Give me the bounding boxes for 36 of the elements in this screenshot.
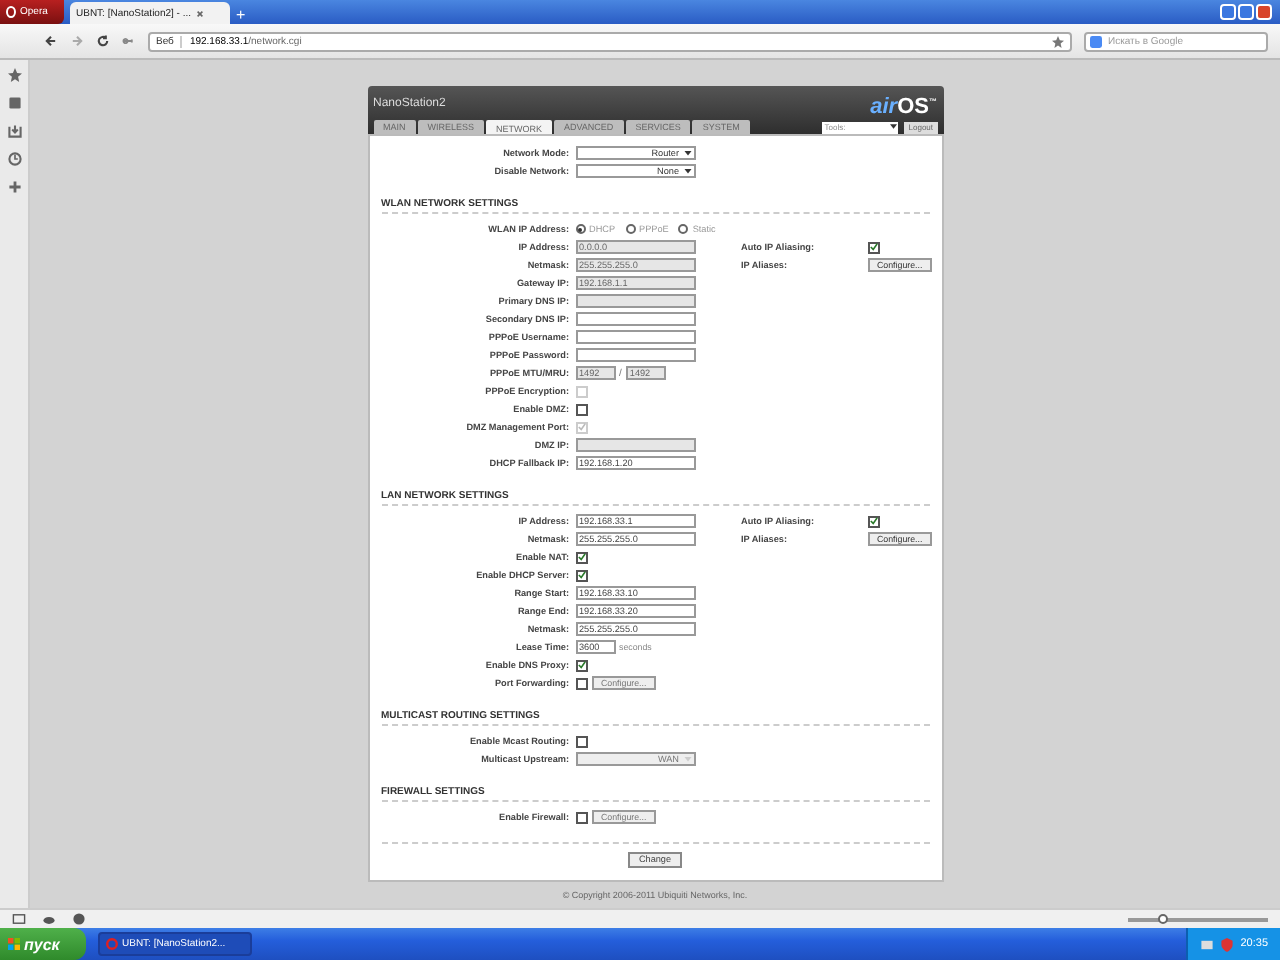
checkbox[interactable]: [575, 735, 587, 747]
panel-icon[interactable]: [12, 912, 26, 926]
checkbox[interactable]: [575, 659, 587, 671]
maximize-button[interactable]: [1238, 4, 1254, 20]
download-icon[interactable]: [7, 124, 21, 138]
add-icon[interactable]: [7, 180, 21, 194]
checkbox[interactable]: [575, 569, 587, 581]
checkbox[interactable]: [575, 403, 587, 415]
windows-logo-icon: [8, 938, 20, 950]
input-field[interactable]: [575, 348, 695, 362]
radio-button[interactable]: [625, 224, 636, 234]
ring-icon: [106, 938, 118, 950]
search-engine-icon[interactable]: [1090, 35, 1102, 47]
radio-button[interactable]: [678, 224, 689, 234]
input-field[interactable]: [575, 312, 695, 326]
start-button[interactable]: пуск: [0, 928, 86, 960]
history-icon[interactable]: [7, 152, 21, 166]
minimize-button[interactable]: [1220, 4, 1236, 20]
checkbox[interactable]: [575, 677, 587, 689]
radio-button[interactable]: [575, 224, 585, 234]
new-tab-button[interactable]: +: [236, 8, 246, 24]
close-icon[interactable]: [195, 9, 204, 17]
close-button[interactable]: [1256, 4, 1272, 20]
cloud-icon[interactable]: [42, 912, 56, 926]
back-icon[interactable]: [44, 34, 58, 48]
input-field[interactable]: [575, 330, 695, 344]
checkbox[interactable]: [575, 551, 587, 563]
checkbox[interactable]: [575, 811, 587, 823]
ring-icon: [6, 6, 16, 18]
star-icon[interactable]: [1052, 35, 1064, 47]
checkbox[interactable]: [867, 515, 879, 527]
notes-icon[interactable]: [7, 96, 21, 110]
slider-thumb[interactable]: [1158, 913, 1169, 923]
star-icon[interactable]: [7, 68, 21, 82]
key-icon[interactable]: [122, 34, 136, 48]
reload-icon[interactable]: [96, 34, 110, 48]
